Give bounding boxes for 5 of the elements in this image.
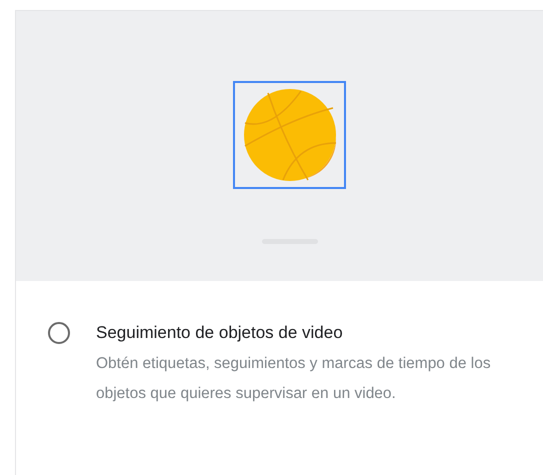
option-description: Obtén etiquetas, seguimientos y marcas de tiempo de los objetos que quieres supervisar en un video. xyxy=(96,354,492,404)
option-card[interactable]: Seguimiento de objetos de video Obtén etiquetas, seguimientos y marcas de tiempo de los objetos que quieres supervisar en un video. xyxy=(15,10,543,475)
basketball-icon xyxy=(242,88,336,182)
radio-button[interactable] xyxy=(48,322,70,344)
option-title: Seguimiento de objetos de video xyxy=(96,322,344,344)
